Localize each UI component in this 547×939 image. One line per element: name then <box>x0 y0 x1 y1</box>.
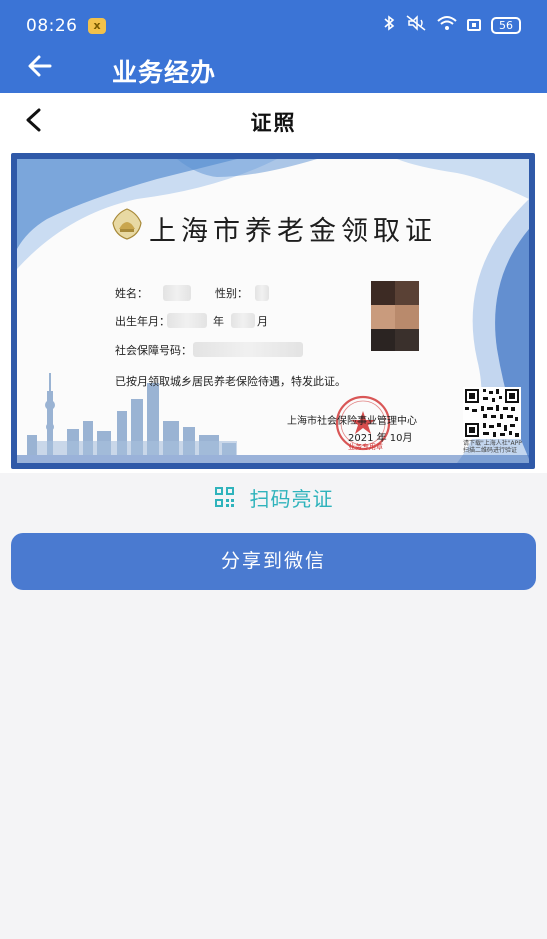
birth-month-redacted <box>231 313 255 328</box>
ssn-label: 社会保障号码： <box>115 344 192 357</box>
month-unit: 月 <box>257 315 268 328</box>
certificate-card: 上海市养老金领取证 姓名： 性别： 出生年月： 年 月 社会保障号码： 已按月领… <box>11 153 535 469</box>
app-bar-title: 业务经办 <box>112 58 217 87</box>
certificate-title: 上海市养老金领取证 <box>149 216 437 247</box>
share-to-wechat-button[interactable]: 分享到微信 <box>11 533 536 590</box>
photo-redacted <box>371 281 419 351</box>
seal-label: 业务专用章 <box>348 443 383 451</box>
year-unit: 年 <box>213 315 224 328</box>
bluetooth-icon <box>383 15 395 35</box>
mute-vibrate-icon <box>405 15 427 35</box>
emblem-icon <box>112 208 142 240</box>
scan-show-certificate[interactable]: 扫码亮证 <box>0 474 547 520</box>
status-time: 08:26 <box>26 16 78 36</box>
birth-year-redacted <box>167 313 207 328</box>
notification-app-icon: ⅹ <box>88 18 106 34</box>
ssn-redacted <box>193 342 303 357</box>
birth-label: 出生年月： <box>115 315 170 328</box>
scan-label: 扫码亮证 <box>249 486 334 511</box>
name-label: 姓名： <box>115 287 148 300</box>
screen-cast-icon <box>467 19 481 31</box>
battery-indicator: 56 <box>491 16 521 34</box>
status-icons: 56 <box>383 15 521 35</box>
gender-label: 性别： <box>215 287 248 300</box>
qr-code-icon <box>214 487 234 507</box>
name-redacted <box>163 285 191 301</box>
certificate-qr-code[interactable] <box>463 387 521 439</box>
sub-header: 证照 <box>0 93 547 149</box>
issuer-name: 上海市社会保险事业管理中心 <box>287 416 417 427</box>
certificate-statement: 已按月领取城乡居民养老保险待遇，特发此证。 <box>115 375 346 388</box>
back-arrow-icon[interactable] <box>24 52 56 84</box>
status-bar: 08:26 ⅹ 56 <box>0 0 547 46</box>
gender-redacted <box>255 285 269 301</box>
certificate-decoration <box>17 159 529 463</box>
wifi-icon <box>437 15 457 35</box>
app-bar: 业务经办 <box>0 46 547 93</box>
qr-caption: 请下载"上海人社"APP 扫描二维码进行验证 <box>463 440 522 454</box>
page-title: 证照 <box>250 111 297 135</box>
certificate-area: 上海市养老金领取证 姓名： 性别： 出生年月： 年 月 社会保障号码： 已按月领… <box>0 149 547 473</box>
certificate-body: 上海市养老金领取证 姓名： 性别： 出生年月： 年 月 社会保障号码： 已按月领… <box>17 159 529 463</box>
